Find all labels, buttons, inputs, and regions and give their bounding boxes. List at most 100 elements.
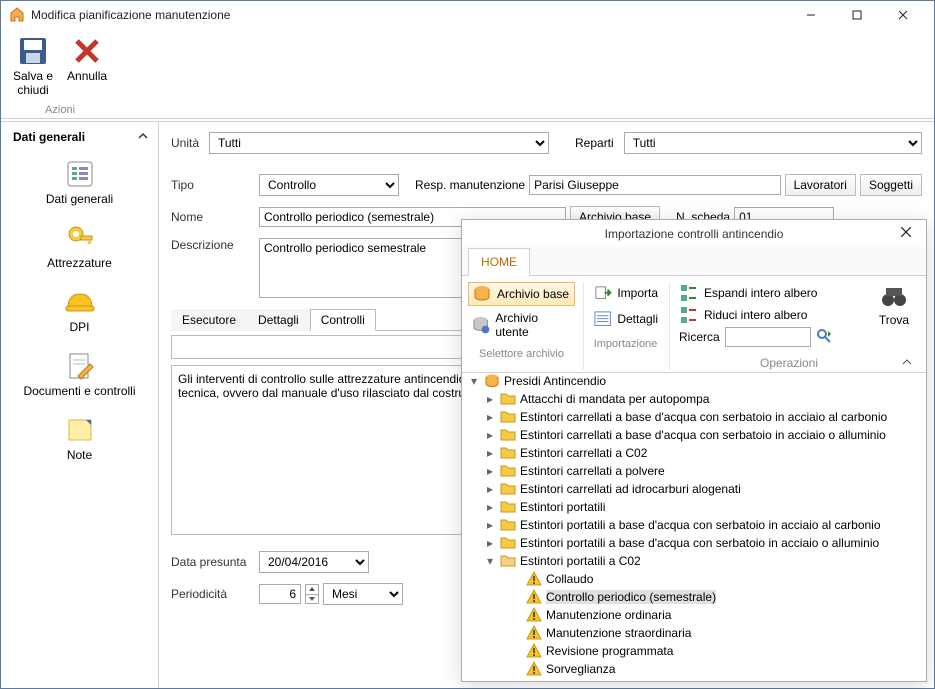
expand-icon — [679, 283, 699, 303]
lavoratori-button[interactable]: Lavoratori — [785, 174, 856, 196]
tree-folder[interactable]: ▸Attacchi di mandata per autopompa — [466, 390, 922, 408]
database-icon — [472, 284, 492, 304]
save-icon — [17, 35, 49, 67]
binoculars-icon — [880, 282, 908, 313]
trova-button[interactable]: Trova — [876, 282, 912, 348]
soggetti-button[interactable]: Soggetti — [860, 174, 922, 196]
folder-icon — [500, 481, 516, 497]
tree-root[interactable]: ▾Presidi Antincendio — [466, 372, 922, 390]
list-icon — [64, 158, 96, 190]
collapse-tree-button[interactable]: Riduci intero albero — [676, 304, 868, 326]
descr-label: Descrizione — [171, 238, 259, 252]
nav-dati-generali[interactable]: Dati generali — [1, 152, 158, 216]
minimize-button[interactable] — [788, 1, 834, 29]
folder-icon — [500, 463, 516, 479]
tree-leaf[interactable]: Collaudo — [466, 570, 922, 588]
tree-folder[interactable]: ▸Estintori portatili a base d'acqua con … — [466, 516, 922, 534]
unit-select[interactable]: Tutti — [209, 132, 549, 154]
folder-icon — [500, 499, 516, 515]
archivio-base-toggle[interactable]: Archivio base — [468, 282, 575, 306]
import-dialog: Importazione controlli antincendio HOME … — [461, 219, 927, 682]
folder-icon — [500, 517, 516, 533]
ricerca-input[interactable] — [725, 327, 811, 347]
save-and-close-button[interactable]: Salva e chiudi — [9, 33, 57, 100]
nav-documenti[interactable]: Documenti e controlli — [1, 344, 158, 408]
tab-controlli[interactable]: Controlli — [310, 309, 376, 331]
tree-folder[interactable]: ▸Estintori carrellati a polvere — [466, 462, 922, 480]
dialog-close-button[interactable] — [900, 226, 916, 241]
document-pencil-icon — [64, 350, 96, 382]
ricerca-row: Ricerca — [676, 326, 868, 348]
tree-leaf[interactable]: Controllo periodico (semestrale) — [466, 588, 922, 606]
dettagli-button[interactable]: Dettagli — [590, 308, 661, 330]
unit-label: Unità — [171, 136, 209, 150]
folder-icon — [500, 679, 516, 681]
import-dialog-title: Importazione controlli antincendio — [488, 227, 900, 241]
nav-dpi[interactable]: DPI — [1, 280, 158, 344]
tree-folder[interactable]: ▸Estintori carrellati ad idrocarburi alo… — [466, 480, 922, 498]
chevron-up-icon — [138, 130, 148, 144]
folder-icon — [500, 409, 516, 425]
folder-icon — [500, 553, 516, 569]
tree-leaf[interactable]: Revisione programmata — [466, 642, 922, 660]
maximize-button[interactable] — [834, 1, 880, 29]
tree-folder[interactable]: ▸Estintori carrellati a base d'acqua con… — [466, 408, 922, 426]
tab-dettagli[interactable]: Dettagli — [247, 309, 310, 331]
database-user-icon — [471, 315, 490, 335]
expand-tree-button[interactable]: Espandi intero albero — [676, 282, 868, 304]
leftnav-category-label: Dati generali — [13, 130, 85, 144]
helmet-icon — [64, 286, 96, 318]
tree-folder[interactable]: ▸Estintori carrellati a C02 — [466, 444, 922, 462]
folder-icon — [500, 535, 516, 551]
nome-label: Nome — [171, 210, 259, 224]
tree-folder[interactable]: ▸Estintori portatili a base d'acqua con … — [466, 534, 922, 552]
nav-label: Documenti e controlli — [23, 384, 135, 398]
cancel-button[interactable]: Annulla — [63, 33, 111, 100]
nav-attrezzature[interactable]: Attrezzature — [1, 216, 158, 280]
nav-label: Attrezzature — [47, 256, 112, 270]
nav-label: Dati generali — [46, 192, 113, 206]
tipo-select[interactable]: Controllo — [259, 174, 399, 196]
import-icon — [593, 283, 612, 303]
import-tab-home[interactable]: HOME — [468, 248, 530, 276]
leftnav-category-header[interactable]: Dati generali — [1, 122, 158, 152]
import-tree[interactable]: ▾Presidi Antincendio▸Attacchi di mandata… — [462, 368, 926, 681]
warning-icon — [526, 625, 542, 641]
tree-folder[interactable]: ▸Estintori portatili — [466, 498, 922, 516]
tab-esecutore[interactable]: Esecutore — [171, 309, 247, 331]
warning-icon — [526, 589, 542, 605]
warning-icon — [526, 607, 542, 623]
period-step-up[interactable] — [306, 585, 318, 594]
archivio-utente-toggle[interactable]: Archivio utente — [468, 310, 575, 340]
search-go-icon[interactable] — [816, 328, 832, 347]
period-unit-select[interactable]: Mesi — [323, 583, 403, 605]
warning-icon — [526, 661, 542, 677]
nav-label: DPI — [69, 320, 89, 334]
tree-leaf[interactable]: Sorveglianza — [466, 660, 922, 678]
folder-icon — [500, 391, 516, 407]
cancel-icon — [71, 35, 103, 67]
tree-folder[interactable]: ▸Estintori carrellati a base d'acqua con… — [466, 426, 922, 444]
data-presunta-input[interactable]: 20/04/2016 — [259, 551, 369, 573]
period-step-down[interactable] — [306, 594, 318, 604]
tree-folder[interactable]: ▾Estintori portatili a C02 — [466, 552, 922, 570]
note-icon — [64, 414, 96, 446]
resp-label: Resp. manutenzione — [415, 178, 525, 192]
nav-label: Note — [67, 448, 92, 462]
dept-select[interactable]: Tutti — [624, 132, 922, 154]
folder-icon — [500, 427, 516, 443]
nav-note[interactable]: Note — [1, 408, 158, 472]
resp-input[interactable] — [529, 175, 781, 195]
period-number[interactable] — [259, 584, 301, 604]
save-label: Salva e chiudi — [13, 69, 53, 98]
cancel-label: Annulla — [67, 69, 107, 83]
close-button[interactable] — [880, 1, 926, 29]
window-title: Modifica pianificazione manutenzione — [31, 8, 788, 22]
tree-leaf[interactable]: Manutenzione straordinaria — [466, 624, 922, 642]
tree-folder[interactable]: ▸Estintori portatili a polvere — [466, 678, 922, 681]
app-icon — [9, 7, 25, 23]
period-label: Periodicità — [171, 587, 259, 601]
importa-button[interactable]: Importa — [590, 282, 661, 304]
details-icon — [593, 309, 612, 329]
tree-leaf[interactable]: Manutenzione ordinaria — [466, 606, 922, 624]
